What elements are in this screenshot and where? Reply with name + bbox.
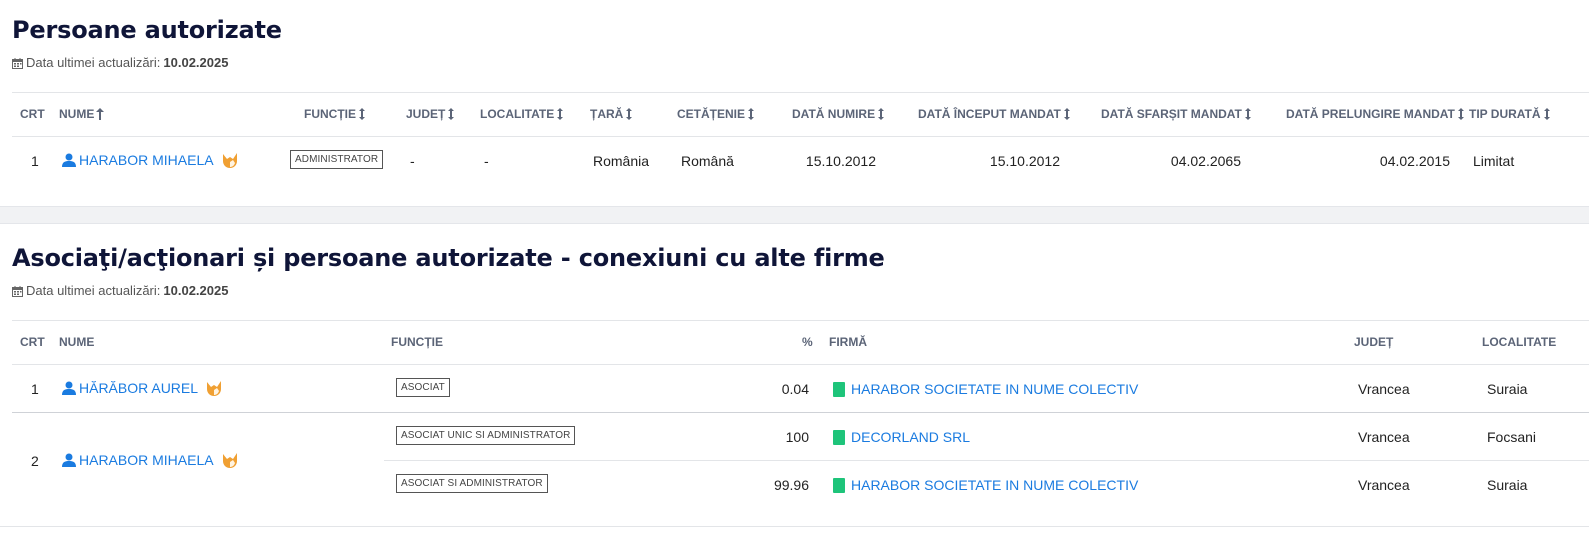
role-badge: ASOCIAT SI ADMINISTRATOR xyxy=(396,474,548,493)
row-data-sfarsit: 04.02.2065 xyxy=(1170,153,1241,169)
row-data-prelungire: 04.02.2015 xyxy=(1379,153,1450,169)
sort-icon xyxy=(1543,108,1550,120)
sort-icon xyxy=(359,108,365,120)
sort-icon xyxy=(878,108,885,120)
table-top-border xyxy=(12,320,1589,321)
sort-icon xyxy=(1244,108,1251,120)
header-localitate: LOCALITATE xyxy=(1482,335,1557,349)
book-icon xyxy=(833,477,845,493)
last-update: Data ultimei actualizări: 10.02.2025 xyxy=(12,55,228,70)
fox-icon[interactable] xyxy=(205,379,223,397)
header-cetatenie[interactable]: CETĂȚENIE xyxy=(677,107,755,121)
company-link[interactable]: HARABOR SOCIETATE IN NUME COLECTIV xyxy=(833,381,1138,397)
last-update-date: 10.02.2025 xyxy=(163,283,229,298)
person-name: HARABOR MIHAELA xyxy=(79,152,214,168)
calendar-icon xyxy=(12,57,23,69)
header-border xyxy=(12,364,1589,365)
header-functie[interactable]: FUNCȚIE xyxy=(304,107,366,121)
role-badge: ADMINISTRATOR xyxy=(290,150,384,169)
header-nume: NUME xyxy=(59,335,95,349)
sort-icon xyxy=(1457,108,1464,120)
row-judet: - xyxy=(410,153,415,169)
row-cetatenie: Română xyxy=(681,153,734,169)
header-judet[interactable]: JUDEȚ xyxy=(406,107,455,121)
company-name: HARABOR SOCIETATE IN NUME COLECTIV xyxy=(851,477,1139,493)
header-functie: FUNCȚIE xyxy=(391,335,443,349)
fox-icon[interactable] xyxy=(221,451,239,469)
row-procent: 0.04 xyxy=(781,381,809,397)
row-localitate: Focsani xyxy=(1487,429,1537,445)
authorized-persons-section: Persoane autorizate Data ultimei actuali… xyxy=(0,0,1589,206)
header-crt: CRT xyxy=(20,335,45,349)
role-badge: ASOCIAT xyxy=(396,378,450,397)
fox-icon[interactable] xyxy=(221,151,239,169)
header-crt: CRT xyxy=(20,107,45,121)
row-localitate: Suraia xyxy=(1487,381,1528,397)
sort-icon xyxy=(1063,108,1070,120)
row-border xyxy=(12,412,1589,413)
last-update: Data ultimei actualizări: 10.02.2025 xyxy=(12,283,228,298)
header-data-prelungire[interactable]: DATĂ PRELUNGIRE MANDAT xyxy=(1286,107,1465,121)
book-icon xyxy=(833,429,845,445)
row-judet: Vrancea xyxy=(1358,381,1410,397)
company-link[interactable]: DECORLAND SRL xyxy=(833,429,970,445)
header-data-inceput[interactable]: DATĂ ÎNCEPUT MANDAT xyxy=(918,107,1071,121)
sort-asc-icon xyxy=(96,108,105,120)
header-firma: FIRMĂ xyxy=(829,335,867,349)
row-procent: 100 xyxy=(785,429,809,445)
sort-icon xyxy=(448,108,455,120)
sort-icon xyxy=(557,108,564,120)
row-crt: 1 xyxy=(31,381,39,397)
sort-icon xyxy=(748,108,755,120)
company-link[interactable]: HARABOR SOCIETATE IN NUME COLECTIV xyxy=(833,477,1138,493)
header-data-numire[interactable]: DATĂ NUMIRE xyxy=(792,107,885,121)
header-tip-durata[interactable]: TIP DURATĂ xyxy=(1469,107,1551,121)
person-name: HARABOR MIHAELA xyxy=(79,452,214,468)
person-link[interactable]: HĂRĂBOR AUREL xyxy=(62,379,223,397)
user-icon xyxy=(62,381,76,395)
section-divider xyxy=(0,206,1589,224)
person-name: HĂRĂBOR AUREL xyxy=(79,380,199,396)
sort-icon xyxy=(626,108,633,120)
table-top-border xyxy=(12,92,1589,93)
section-title: Asociaţi/acţionari și persoane autorizat… xyxy=(12,244,885,272)
last-update-label: Data ultimei actualizări: xyxy=(26,283,161,298)
last-update-label: Data ultimei actualizări: xyxy=(26,55,161,70)
row-crt: 1 xyxy=(31,153,39,169)
header-procent: % xyxy=(802,335,813,349)
role-badge: ASOCIAT UNIC SI ADMINISTRATOR xyxy=(396,426,576,445)
row-localitate: - xyxy=(484,153,489,169)
row-tara: România xyxy=(593,153,650,169)
calendar-icon xyxy=(12,285,23,297)
row-tip-durata: Limitat xyxy=(1473,153,1515,169)
book-icon xyxy=(833,381,845,397)
sub-row-border xyxy=(384,460,1589,461)
row-data-numire: 15.10.2012 xyxy=(805,153,876,169)
table-bottom-border xyxy=(0,526,1589,527)
last-update-date: 10.02.2025 xyxy=(163,55,229,70)
user-icon xyxy=(62,453,76,467)
row-data-inceput: 15.10.2012 xyxy=(989,153,1060,169)
person-link[interactable]: HARABOR MIHAELA xyxy=(62,151,239,169)
row-localitate: Suraia xyxy=(1487,477,1528,493)
section-title: Persoane autorizate xyxy=(12,16,282,44)
company-name: HARABOR SOCIETATE IN NUME COLECTIV xyxy=(851,381,1139,397)
header-localitate[interactable]: LOCALITATE xyxy=(480,107,564,121)
person-link[interactable]: HARABOR MIHAELA xyxy=(62,451,239,469)
header-border xyxy=(12,136,1589,137)
row-judet: Vrancea xyxy=(1358,429,1410,445)
row-crt: 2 xyxy=(31,453,39,469)
connections-section: Asociaţi/acţionari și persoane autorizat… xyxy=(0,225,1589,536)
user-icon xyxy=(62,153,76,167)
company-name: DECORLAND SRL xyxy=(851,429,971,445)
header-tara[interactable]: ȚARĂ xyxy=(590,107,633,121)
header-data-sfarsit[interactable]: DATĂ SFARȘIT MANDAT xyxy=(1101,107,1252,121)
header-nume[interactable]: NUME xyxy=(59,107,105,121)
row-procent: 99.96 xyxy=(773,477,809,493)
row-judet: Vrancea xyxy=(1358,477,1410,493)
header-judet: JUDEȚ xyxy=(1354,335,1394,349)
